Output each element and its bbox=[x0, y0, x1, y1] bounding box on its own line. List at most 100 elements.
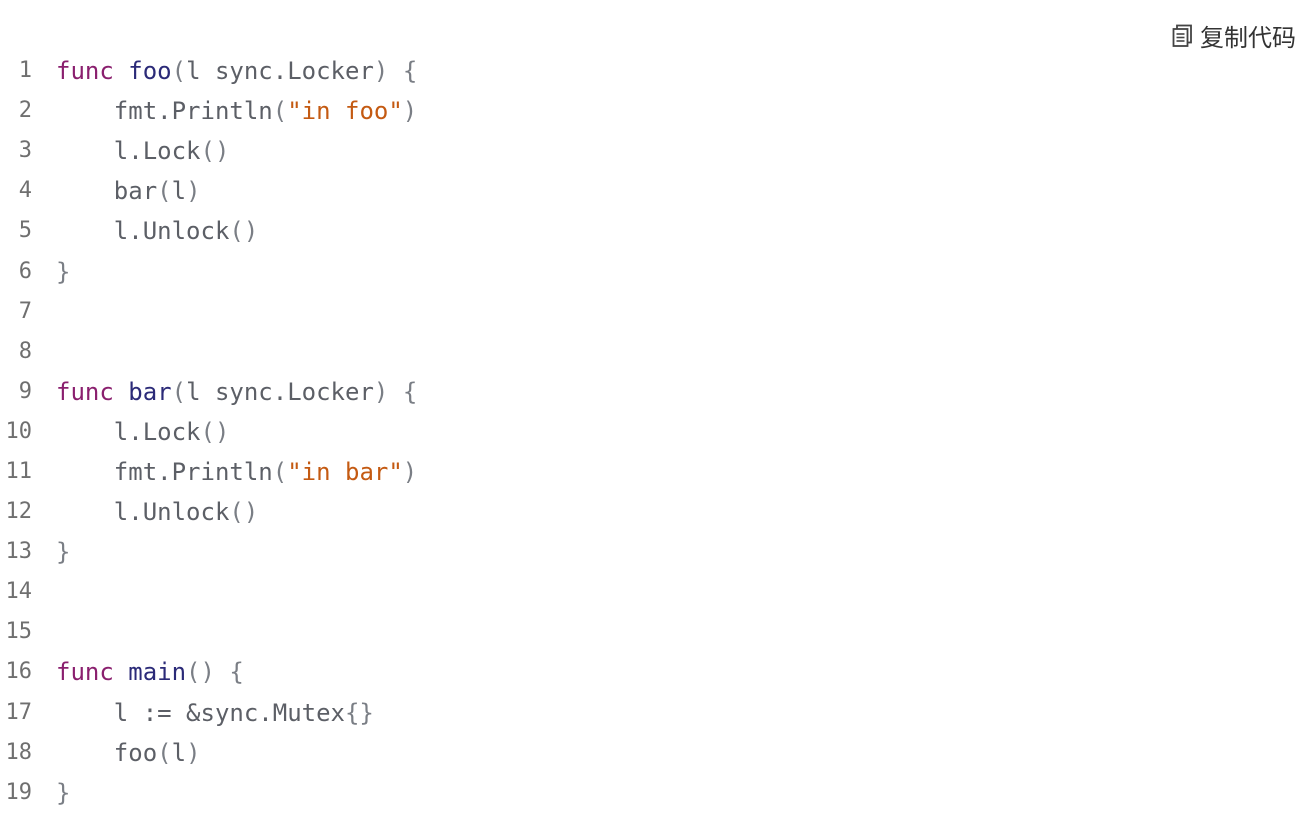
copy-code-label: 复制代码 bbox=[1200, 24, 1296, 52]
code-token: func bbox=[56, 377, 114, 406]
code-token: () bbox=[186, 658, 215, 687]
code-line: 7 bbox=[0, 292, 1312, 332]
code-token: "in foo" bbox=[287, 97, 403, 126]
code-line: 19} bbox=[0, 773, 1312, 813]
code-token: foo bbox=[56, 738, 158, 767]
code-text: } bbox=[56, 252, 70, 292]
copy-icon bbox=[1172, 24, 1194, 48]
code-line: 13} bbox=[0, 532, 1312, 572]
line-number: 6 bbox=[18, 258, 32, 284]
code-token: ) bbox=[373, 377, 389, 406]
code-line: 10 l.Lock() bbox=[0, 412, 1312, 452]
line-number: 16 bbox=[5, 659, 33, 685]
line-number: 17 bbox=[5, 699, 33, 725]
code-text: } bbox=[56, 773, 70, 813]
code-line: 8 bbox=[0, 332, 1312, 372]
line-number: 12 bbox=[5, 499, 33, 525]
code-token: } bbox=[56, 538, 71, 567]
code-token: ( bbox=[171, 57, 187, 86]
line-number: 15 bbox=[5, 619, 33, 645]
code-token: ( bbox=[157, 177, 172, 206]
code-token: l.Unlock bbox=[56, 498, 230, 527]
code-line: 6} bbox=[0, 251, 1312, 291]
line-number: 13 bbox=[5, 539, 33, 565]
code-token: ) bbox=[402, 457, 418, 486]
code-line: 14 bbox=[0, 572, 1312, 612]
code-token: bar bbox=[56, 177, 158, 206]
code-text: foo(l) bbox=[56, 733, 201, 773]
code-line: 4 bar(l) bbox=[0, 171, 1312, 211]
line-number: 11 bbox=[5, 458, 33, 484]
code-token: () bbox=[200, 417, 230, 446]
line-number: 19 bbox=[5, 779, 33, 805]
code-line: 5 l.Unlock() bbox=[0, 211, 1312, 251]
code-token: l.Lock bbox=[56, 417, 201, 446]
line-number: 10 bbox=[5, 418, 33, 444]
code-token: fmt.Println bbox=[56, 97, 273, 126]
code-token: () bbox=[229, 498, 259, 527]
code-line: 12 l.Unlock() bbox=[0, 492, 1312, 532]
code-token: func bbox=[56, 658, 114, 687]
code-line: 16 func main() { bbox=[0, 652, 1312, 692]
code-token: ) bbox=[186, 177, 201, 206]
code-token: ( bbox=[157, 738, 172, 767]
code-token: ( bbox=[171, 377, 187, 406]
line-number: 3 bbox=[18, 138, 32, 164]
code-token: } bbox=[56, 778, 71, 807]
code-token: ( bbox=[272, 97, 288, 126]
code-token: func bbox=[56, 57, 114, 86]
line-number: 9 bbox=[18, 378, 32, 404]
code-token: l sync.Locker bbox=[186, 377, 374, 406]
code-token: l := &sync.Mutex bbox=[56, 698, 345, 727]
code-token: l.Lock bbox=[56, 137, 201, 166]
line-number: 8 bbox=[18, 338, 32, 364]
code-text: func foo(l sync.Locker) { bbox=[56, 51, 417, 91]
code-line: 9 func bar(l sync.Locker) { bbox=[0, 372, 1312, 412]
code-text: func bar(l sync.Locker) { bbox=[56, 372, 417, 412]
code-line: 15 bbox=[0, 612, 1312, 652]
code-token: ) bbox=[186, 738, 201, 767]
line-number: 4 bbox=[18, 178, 32, 204]
code-line: 11 fmt.Println("in bar") bbox=[0, 452, 1312, 492]
line-number: 7 bbox=[18, 298, 32, 324]
code-token: l sync.Locker bbox=[186, 57, 374, 86]
code-text: l.Unlock() bbox=[56, 492, 259, 532]
code-text: l.Unlock() bbox=[56, 211, 259, 251]
code-text: l := &sync.Mutex{} bbox=[56, 693, 374, 733]
line-number: 1 bbox=[18, 58, 32, 84]
code-token: l bbox=[171, 177, 187, 206]
code-line: 1 func foo(l sync.Locker) { bbox=[0, 51, 1312, 91]
code-token: { bbox=[402, 377, 418, 406]
code-line: 3 l.Lock() bbox=[0, 131, 1312, 171]
code-text: func main() { bbox=[56, 652, 244, 692]
code-line: 17 l := &sync.Mutex{} bbox=[0, 693, 1312, 733]
code-token: fmt.Println bbox=[56, 457, 273, 486]
code-token: l bbox=[171, 738, 187, 767]
copy-code-button[interactable]: 复制代码 bbox=[1172, 18, 1296, 53]
line-number: 14 bbox=[5, 579, 33, 605]
code-token: ) bbox=[402, 97, 418, 126]
code-token: l.Unlock bbox=[56, 217, 230, 246]
code-token: bar bbox=[128, 377, 172, 406]
code-token: {} bbox=[344, 698, 374, 727]
line-number: 2 bbox=[18, 98, 32, 124]
code-token: () bbox=[229, 217, 259, 246]
code-token: () bbox=[200, 137, 230, 166]
code-line: 2 fmt.Println("in foo") bbox=[0, 91, 1312, 131]
code-token: ( bbox=[272, 457, 288, 486]
code-text: } bbox=[56, 532, 70, 572]
code-text: fmt.Println("in bar") bbox=[56, 452, 417, 492]
code-block: 1 func foo(l sync.Locker) {2 fmt.Println(… bbox=[0, 51, 1312, 813]
code-token: "in bar" bbox=[287, 457, 403, 486]
code-token: ) bbox=[373, 57, 389, 86]
code-token: } bbox=[56, 257, 71, 286]
line-number: 18 bbox=[5, 739, 33, 765]
code-token: foo bbox=[128, 57, 172, 86]
code-text: fmt.Println("in foo") bbox=[56, 91, 417, 131]
code-token: { bbox=[402, 57, 418, 86]
